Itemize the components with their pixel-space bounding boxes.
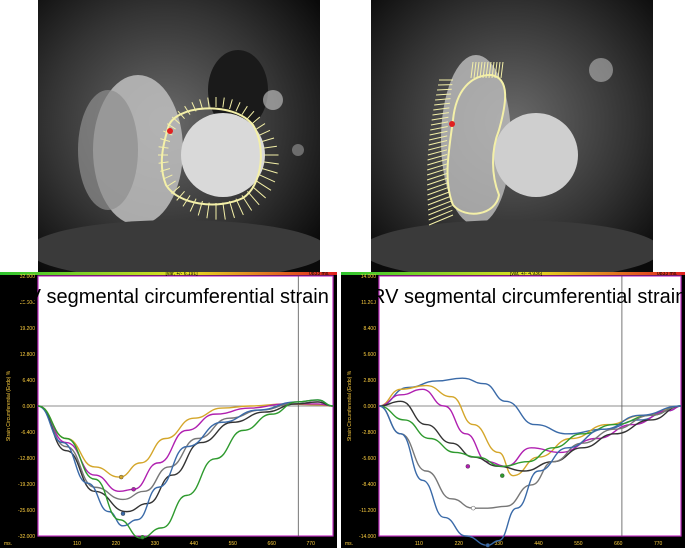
rv-reference-point <box>449 121 455 127</box>
lv-xtick-label: 330 <box>151 541 160 547</box>
lv-xtick-label: 660 <box>268 541 277 547</box>
rv-xtick-label: 770 <box>654 541 663 547</box>
lv-strain-chart: [var, +/- 6.191] 0833 ms.32.00025.60019.2… <box>0 272 337 547</box>
rv-time-label: 0833 ms. <box>657 272 678 277</box>
lv-xtick-label: 440 <box>190 541 199 547</box>
lv-xunit: ms. <box>4 541 12 547</box>
lv-time-label: 0833 ms. <box>309 272 330 277</box>
lv-peak-marker-4 <box>140 535 145 540</box>
rv-peak-marker-2 <box>500 473 505 478</box>
lv-ytick-label: 0.000 <box>22 404 35 410</box>
rv-mri-image <box>371 0 653 272</box>
lv-ytick-label: 6.400 <box>22 378 35 384</box>
lv-ytick-label: -19.200 <box>18 482 35 488</box>
lv-xtick-label: 220 <box>112 541 121 547</box>
lv-ytick-label: -25.600 <box>18 508 35 514</box>
rv-mri-svg <box>371 0 653 272</box>
rv-xtick-label: 660 <box>614 541 623 547</box>
rv-ylabel: Strain Circumferential (Endo) % <box>347 370 353 441</box>
rv-ytick-label: 0.000 <box>363 404 376 410</box>
lv-strain-panel: [var, +/- 6.191] 0833 ms. 32.000 25.600 19.2… <box>0 272 337 548</box>
rv-xtick-label: 110 <box>415 541 423 547</box>
lv-xtick-label: 550 <box>229 541 238 547</box>
rv-ytick-label: -2.800 <box>362 430 376 436</box>
lv-ytick-label: -6.400 <box>21 430 35 436</box>
rv-strain-panel: [var, +/- 4.936] 0833 ms. 14.000 11.200 8.40… <box>341 272 685 548</box>
lv-xtick-label: 770 <box>307 541 316 547</box>
rv-ytick-label: -5.600 <box>362 456 376 462</box>
rv-xunit: ms. <box>345 541 353 547</box>
lv-ytick-label: 32.000 <box>20 274 36 280</box>
rv-ytick-label: 5.600 <box>363 352 376 358</box>
lv-var-label: [var, +/- 6.191] <box>166 272 199 277</box>
lv-chart-title: LV segmental circumferential strain <box>18 286 329 308</box>
rv-peak-marker-1 <box>465 464 471 469</box>
rv-peak-marker-4 <box>485 543 490 548</box>
lv-ytick-label: 12.800 <box>20 352 36 358</box>
lv-ylabel: Strain Circumferential (Endo) % <box>6 370 12 441</box>
lv-reference-point <box>167 128 173 134</box>
rv-xtick-label: 220 <box>455 541 464 547</box>
lv-peak-marker-3 <box>120 511 126 516</box>
rv-xtick-label: 440 <box>534 541 543 547</box>
lv-mri-image <box>38 0 320 272</box>
lv-ytick-label: 19.200 <box>20 326 36 332</box>
lv-ytick-label: -12.800 <box>18 456 35 462</box>
rv-ytick-label: -11.200 <box>359 508 376 514</box>
rv-ytick-label: -14.000 <box>359 534 376 540</box>
lv-ytick-label: -32.000 <box>18 534 35 540</box>
rv-peak-marker-3 <box>471 505 476 511</box>
rv-ytick-label: 14.000 <box>361 274 377 280</box>
lv-mri-svg <box>38 0 320 272</box>
lv-xtick-label: 110 <box>73 541 81 547</box>
rv-strain-chart: [var, +/- 4.936] 0833 ms.14.00011.2008.40… <box>341 272 685 548</box>
rv-ytick-label: 2.800 <box>363 378 376 384</box>
lv-peak-marker-1 <box>119 474 124 480</box>
rv-ytick-label: 8.400 <box>363 326 376 332</box>
lv-peak-marker-2 <box>131 487 136 492</box>
rv-xtick-label: 550 <box>574 541 583 547</box>
rv-var-label: [var, +/- 4.936] <box>510 272 543 277</box>
rv-ytick-label: -8.400 <box>362 482 376 488</box>
rv-chart-title: RV segmental circumferential strain <box>371 286 685 308</box>
